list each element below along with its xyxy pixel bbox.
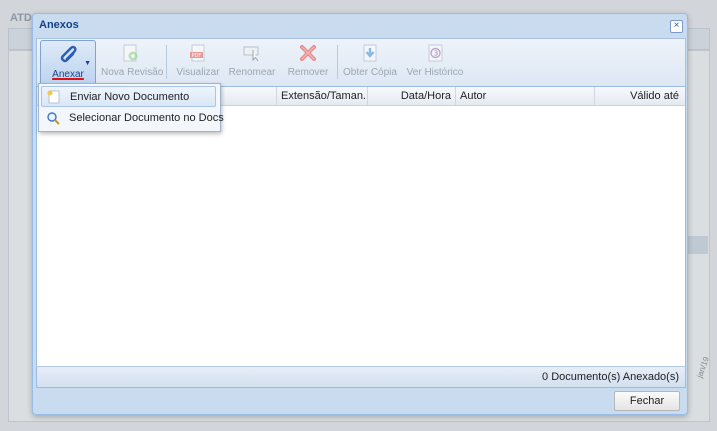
search-icon (47, 112, 60, 125)
download-copy-icon (363, 44, 377, 62)
new-document-icon (47, 90, 60, 104)
grid-footer: 0 Documento(s) Anexado(s) (36, 366, 686, 388)
close-button[interactable]: × (670, 20, 683, 33)
chevron-down-icon: ▼ (84, 60, 91, 67)
ver-historico-button[interactable]: 3 Ver Histórico (405, 39, 465, 85)
visualizar-label: Visualizar (176, 67, 220, 78)
toolbar: Anexar ▼ Nova Revisão PDF Visualizar Ren… (36, 38, 686, 87)
column-header-valid-until[interactable]: Válido até (595, 87, 683, 105)
svg-text:3: 3 (434, 50, 438, 58)
anexar-button[interactable]: Anexar ▼ (40, 40, 96, 86)
renomear-button[interactable]: Renomear (227, 39, 277, 85)
rename-icon (243, 46, 259, 62)
menu-item-label: Enviar Novo Documento (70, 91, 190, 103)
pdf-icon: PDF (190, 44, 205, 62)
menu-item-selecionar-documento-no-docs[interactable]: Selecionar Documento no Docs (41, 108, 224, 129)
menu-item-enviar-novo-documento[interactable]: Enviar Novo Documento (41, 86, 216, 107)
revision-icon (123, 44, 138, 62)
column-header-author[interactable]: Autor (456, 87, 595, 105)
nova-revisao-button[interactable]: Nova Revisão (101, 39, 164, 85)
visualizar-button[interactable]: PDF Visualizar (173, 39, 223, 85)
svg-text:PDF: PDF (192, 53, 202, 59)
fechar-button[interactable]: Fechar (614, 391, 680, 411)
nova-revisao-label: Nova Revisão (101, 67, 164, 78)
obter-copia-label: Obter Cópia (343, 67, 397, 78)
window-title: Anexos (39, 19, 79, 31)
ver-historico-label: Ver Histórico (406, 67, 464, 78)
attachments-window: Anexos × Anexar ▼ Nova Revisão PDF Visua… (32, 13, 688, 415)
remover-label: Remover (287, 67, 329, 78)
history-icon: 3 (428, 44, 443, 62)
toolbar-separator (337, 45, 338, 79)
column-header-date-time[interactable]: Data/Hora (368, 87, 456, 105)
column-header-extension-size[interactable]: Extensão/Taman... (277, 87, 368, 105)
anexar-label: Anexar (52, 69, 84, 80)
remover-button[interactable]: Remover (283, 39, 333, 85)
window-header: Anexos × (33, 14, 687, 38)
renomear-label: Renomear (228, 67, 276, 78)
menu-item-label: Selecionar Documento no Docs (69, 112, 224, 124)
document-count: 0 Documento(s) Anexado(s) (542, 371, 679, 383)
anexar-menu: Enviar Novo Documento Selecionar Documen… (38, 83, 224, 132)
paperclip-icon (60, 45, 77, 63)
toolbar-separator (166, 45, 167, 79)
remove-icon (300, 45, 316, 61)
obter-copia-button[interactable]: Obter Cópia (341, 39, 399, 85)
